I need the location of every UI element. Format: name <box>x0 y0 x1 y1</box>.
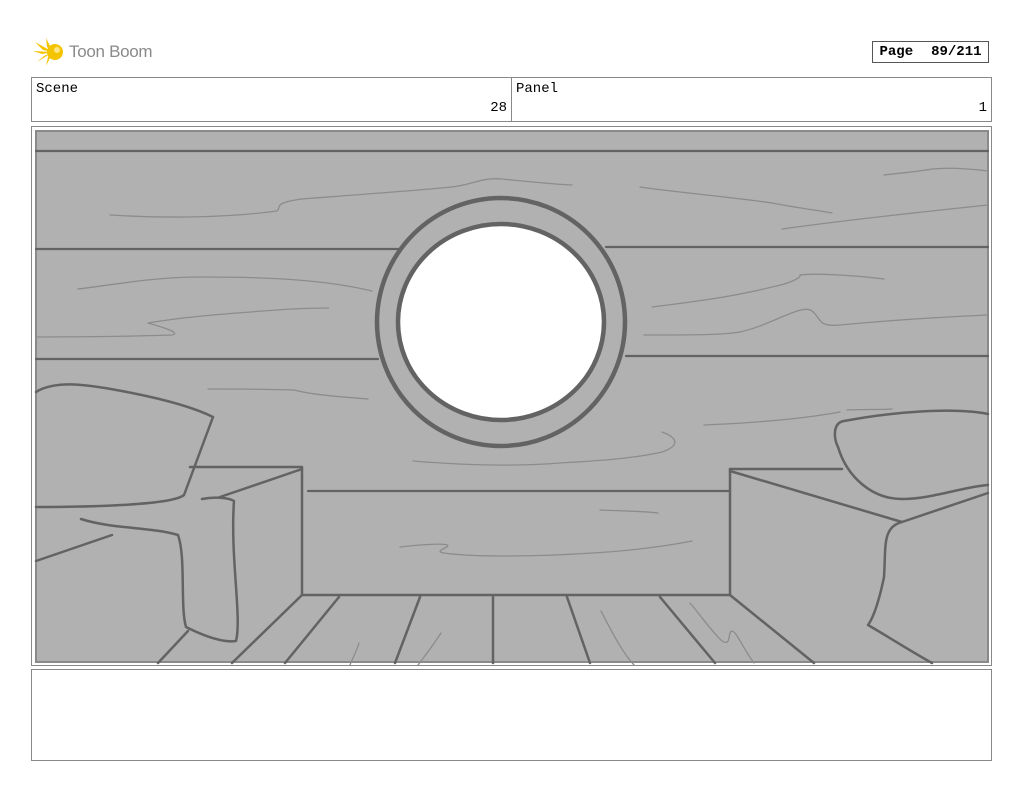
scene-number: 28 <box>490 100 507 116</box>
toon-boom-logo-icon <box>33 38 63 66</box>
page-value: 89/211 <box>931 44 982 60</box>
page-label: Page <box>879 44 914 60</box>
panel-number: 1 <box>978 100 987 116</box>
brand-name: Toon Boom <box>69 42 153 61</box>
scene-panel-header: Scene 28 Panel 1 <box>31 77 992 122</box>
porthole <box>374 195 628 449</box>
toon-boom-logo: Toon Boom <box>33 36 153 68</box>
scene-cell: Scene 28 <box>32 78 511 121</box>
page-counter: Page 89/211 <box>872 41 989 63</box>
panel-cell: Panel 1 <box>511 78 991 121</box>
storyboard-panel <box>31 126 992 666</box>
notes-box <box>31 669 992 761</box>
panel-sketch <box>34 130 990 665</box>
panel-label: Panel <box>516 81 559 97</box>
scene-label: Scene <box>36 81 79 97</box>
